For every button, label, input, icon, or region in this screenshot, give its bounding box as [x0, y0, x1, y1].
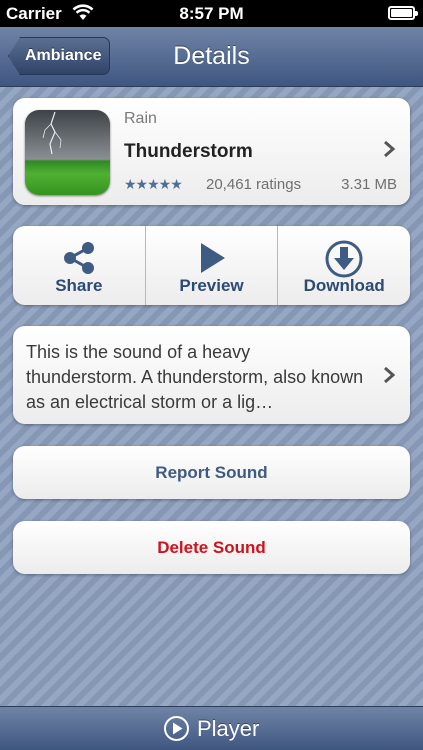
battery-icon — [388, 6, 418, 20]
download-icon — [325, 240, 363, 278]
sound-category: Rain — [124, 110, 157, 127]
file-size: 3.31 MB — [341, 176, 397, 193]
action-bar: Share Preview Download — [13, 226, 410, 305]
status-bar: Carrier 8:57 PM — [0, 0, 423, 27]
download-button[interactable]: Download — [278, 226, 410, 305]
sound-title: Thunderstorm — [124, 141, 253, 162]
download-label: Download — [303, 276, 385, 295]
preview-label: Preview — [179, 276, 244, 295]
share-button[interactable]: Share — [13, 226, 146, 305]
delete-sound-button[interactable]: Delete Sound — [13, 521, 410, 574]
sound-artwork — [25, 110, 110, 195]
player-bar[interactable]: Player — [0, 706, 423, 750]
description-card[interactable]: This is the sound of a heavy thunderstor… — [13, 326, 410, 424]
lightning-icon — [42, 111, 62, 155]
page-title: Details — [173, 42, 250, 70]
sound-description: This is the sound of a heavy thunderstor… — [26, 342, 364, 412]
navigation-bar: Ambiance Details — [0, 27, 423, 87]
player-label: Player — [197, 716, 260, 741]
clock: 8:57 PM — [179, 4, 244, 23]
ratings-count: 20,461 ratings — [206, 176, 302, 193]
share-icon — [63, 242, 94, 274]
rating-stars: ★★★★★ — [124, 176, 183, 192]
preview-button[interactable]: Preview — [146, 226, 279, 305]
play-icon — [200, 243, 225, 273]
play-circle-icon — [164, 716, 189, 741]
report-sound-button[interactable]: Report Sound — [13, 446, 410, 499]
sound-info-card[interactable]: Rain Thunderstorm ★★★★★ 20,461 ratings 3… — [13, 98, 410, 205]
share-label: Share — [55, 276, 103, 295]
chevron-right-icon — [384, 366, 396, 384]
chevron-right-icon — [384, 140, 396, 158]
